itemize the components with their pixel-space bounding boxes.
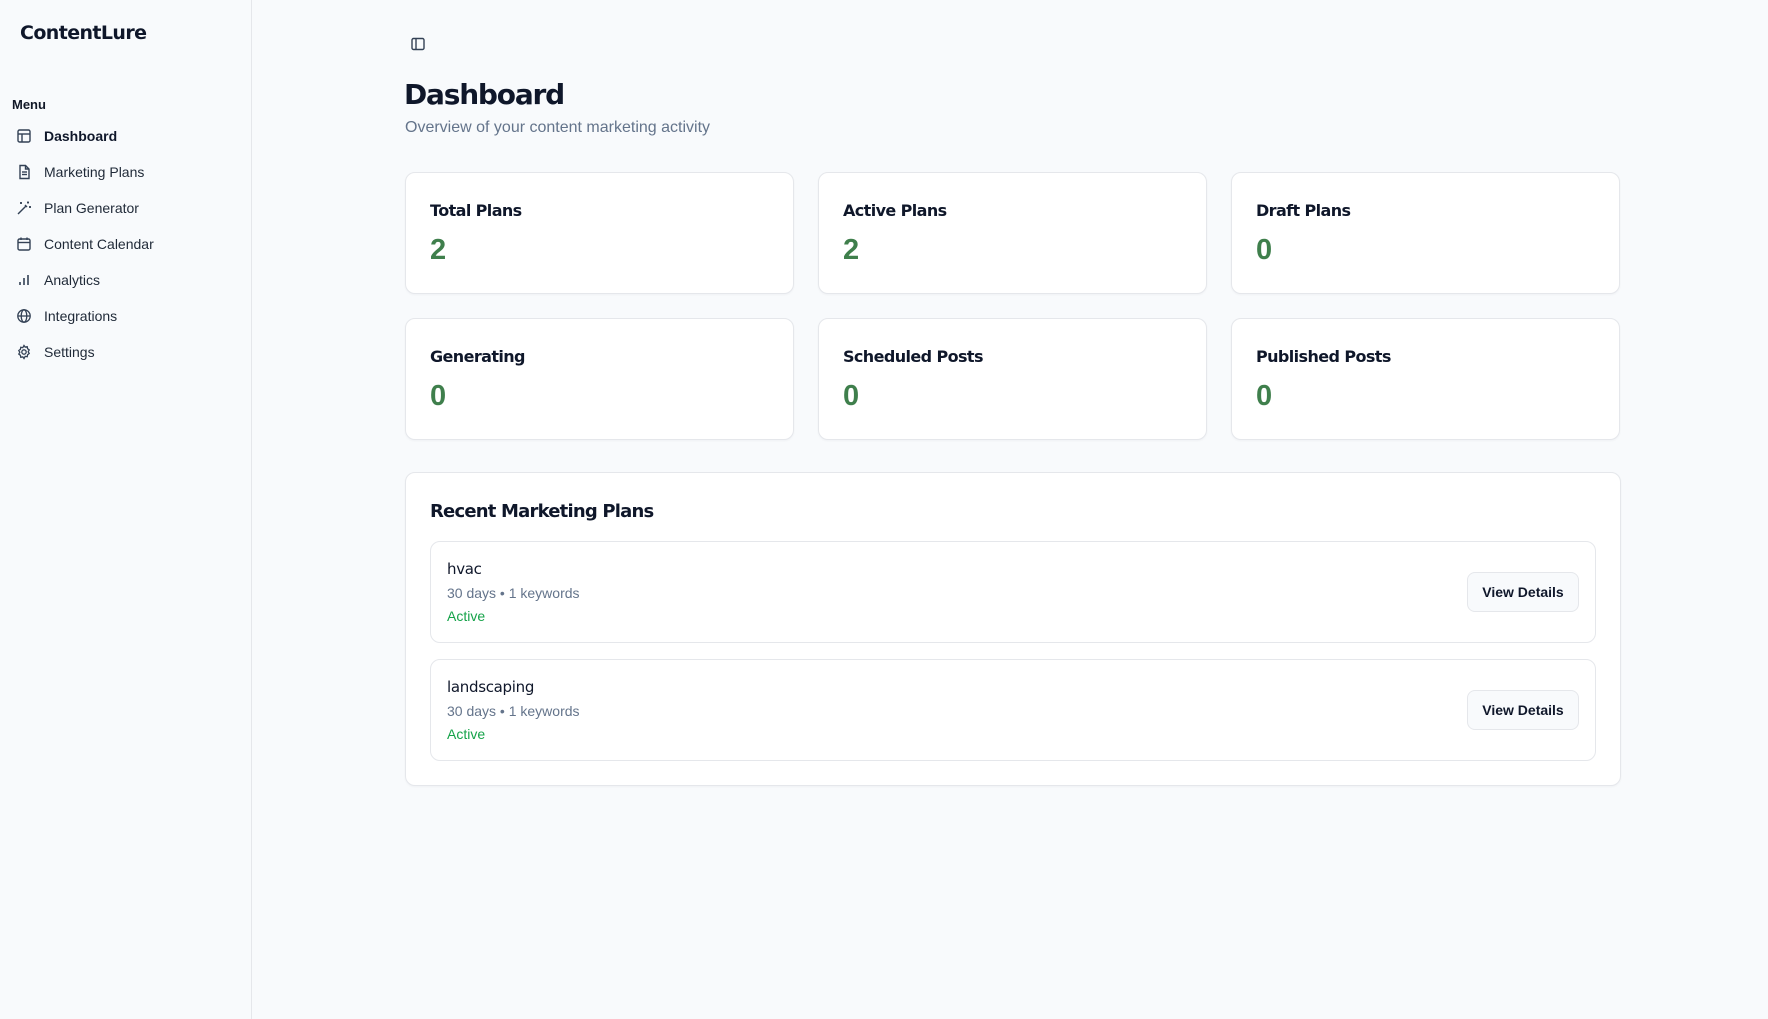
- sidebar-item-settings[interactable]: Settings: [8, 334, 244, 370]
- file-text-icon: [16, 164, 32, 180]
- plan-row-landscaping: landscaping 30 days • 1 keywords Active …: [430, 659, 1596, 761]
- sidebar: ContentLure Menu Dashboard Marketing Pla…: [0, 0, 252, 1019]
- globe-icon: [16, 308, 32, 324]
- sidebar-toggle-icon: [410, 36, 426, 52]
- stat-card-draft-plans: Draft Plans 0: [1231, 172, 1620, 294]
- stat-title: Generating: [430, 347, 526, 366]
- dashboard-icon: [16, 128, 32, 144]
- stat-value: 0: [1256, 234, 1273, 266]
- view-details-button[interactable]: View Details: [1467, 690, 1579, 730]
- stat-title: Total Plans: [430, 201, 522, 220]
- menu-label: Menu: [12, 97, 46, 112]
- plan-name: hvac: [447, 560, 482, 578]
- stat-title: Published Posts: [1256, 347, 1391, 366]
- stat-value: 0: [843, 380, 860, 412]
- recent-plans-card: Recent Marketing Plans hvac 30 days • 1 …: [405, 472, 1621, 786]
- sidebar-item-content-calendar[interactable]: Content Calendar: [8, 226, 244, 262]
- stats-grid: Total Plans 2 Active Plans 2 Draft Plans…: [405, 172, 1621, 440]
- page-subtitle: Overview of your content marketing activ…: [405, 119, 711, 136]
- plan-meta: 30 days • 1 keywords: [447, 585, 580, 601]
- plan-row-hvac: hvac 30 days • 1 keywords Active View De…: [430, 541, 1596, 643]
- page-title: Dashboard: [404, 78, 565, 111]
- sidebar-item-label: Integrations: [44, 308, 118, 324]
- app: ContentLure Menu Dashboard Marketing Pla…: [0, 0, 1768, 1019]
- sidebar-item-label: Content Calendar: [44, 236, 154, 252]
- brand-logo[interactable]: ContentLure: [20, 22, 147, 44]
- bar-chart-icon: [16, 272, 32, 288]
- sidebar-item-label: Dashboard: [44, 128, 118, 144]
- sidebar-item-plan-generator[interactable]: Plan Generator: [8, 190, 244, 226]
- plan-status-badge: Active: [447, 726, 486, 742]
- plan-name: landscaping: [447, 678, 535, 696]
- stat-value: 0: [430, 380, 447, 412]
- sidebar-item-label: Settings: [44, 344, 95, 360]
- stat-card-scheduled-posts: Scheduled Posts 0: [818, 318, 1207, 440]
- recent-plans-title: Recent Marketing Plans: [430, 501, 654, 522]
- plan-meta: 30 days • 1 keywords: [447, 703, 580, 719]
- sidebar-item-marketing-plans[interactable]: Marketing Plans: [8, 154, 244, 190]
- sidebar-item-integrations[interactable]: Integrations: [8, 298, 244, 334]
- stat-card-total-plans: Total Plans 2: [405, 172, 794, 294]
- sidebar-nav: Dashboard Marketing Plans Plan Generator: [8, 118, 244, 370]
- stat-title: Draft Plans: [1256, 201, 1351, 220]
- sidebar-toggle-button[interactable]: [404, 30, 432, 58]
- stat-value: 2: [430, 234, 447, 266]
- plan-status-badge: Active: [447, 608, 486, 624]
- view-details-button[interactable]: View Details: [1467, 572, 1579, 612]
- sidebar-item-dashboard[interactable]: Dashboard: [8, 118, 244, 154]
- stat-title: Scheduled Posts: [843, 347, 983, 366]
- sidebar-item-label: Marketing Plans: [44, 164, 145, 180]
- sidebar-item-label: Plan Generator: [44, 200, 139, 216]
- calendar-icon: [16, 236, 32, 252]
- stat-card-active-plans: Active Plans 2: [818, 172, 1207, 294]
- stat-value: 0: [1256, 380, 1273, 412]
- gear-icon: [16, 344, 32, 360]
- magic-wand-icon: [16, 200, 32, 216]
- sidebar-item-analytics[interactable]: Analytics: [8, 262, 244, 298]
- sidebar-item-label: Analytics: [44, 272, 101, 288]
- stat-title: Active Plans: [843, 201, 947, 220]
- stat-card-generating: Generating 0: [405, 318, 794, 440]
- stat-card-published-posts: Published Posts 0: [1231, 318, 1620, 440]
- stat-value: 2: [843, 234, 860, 266]
